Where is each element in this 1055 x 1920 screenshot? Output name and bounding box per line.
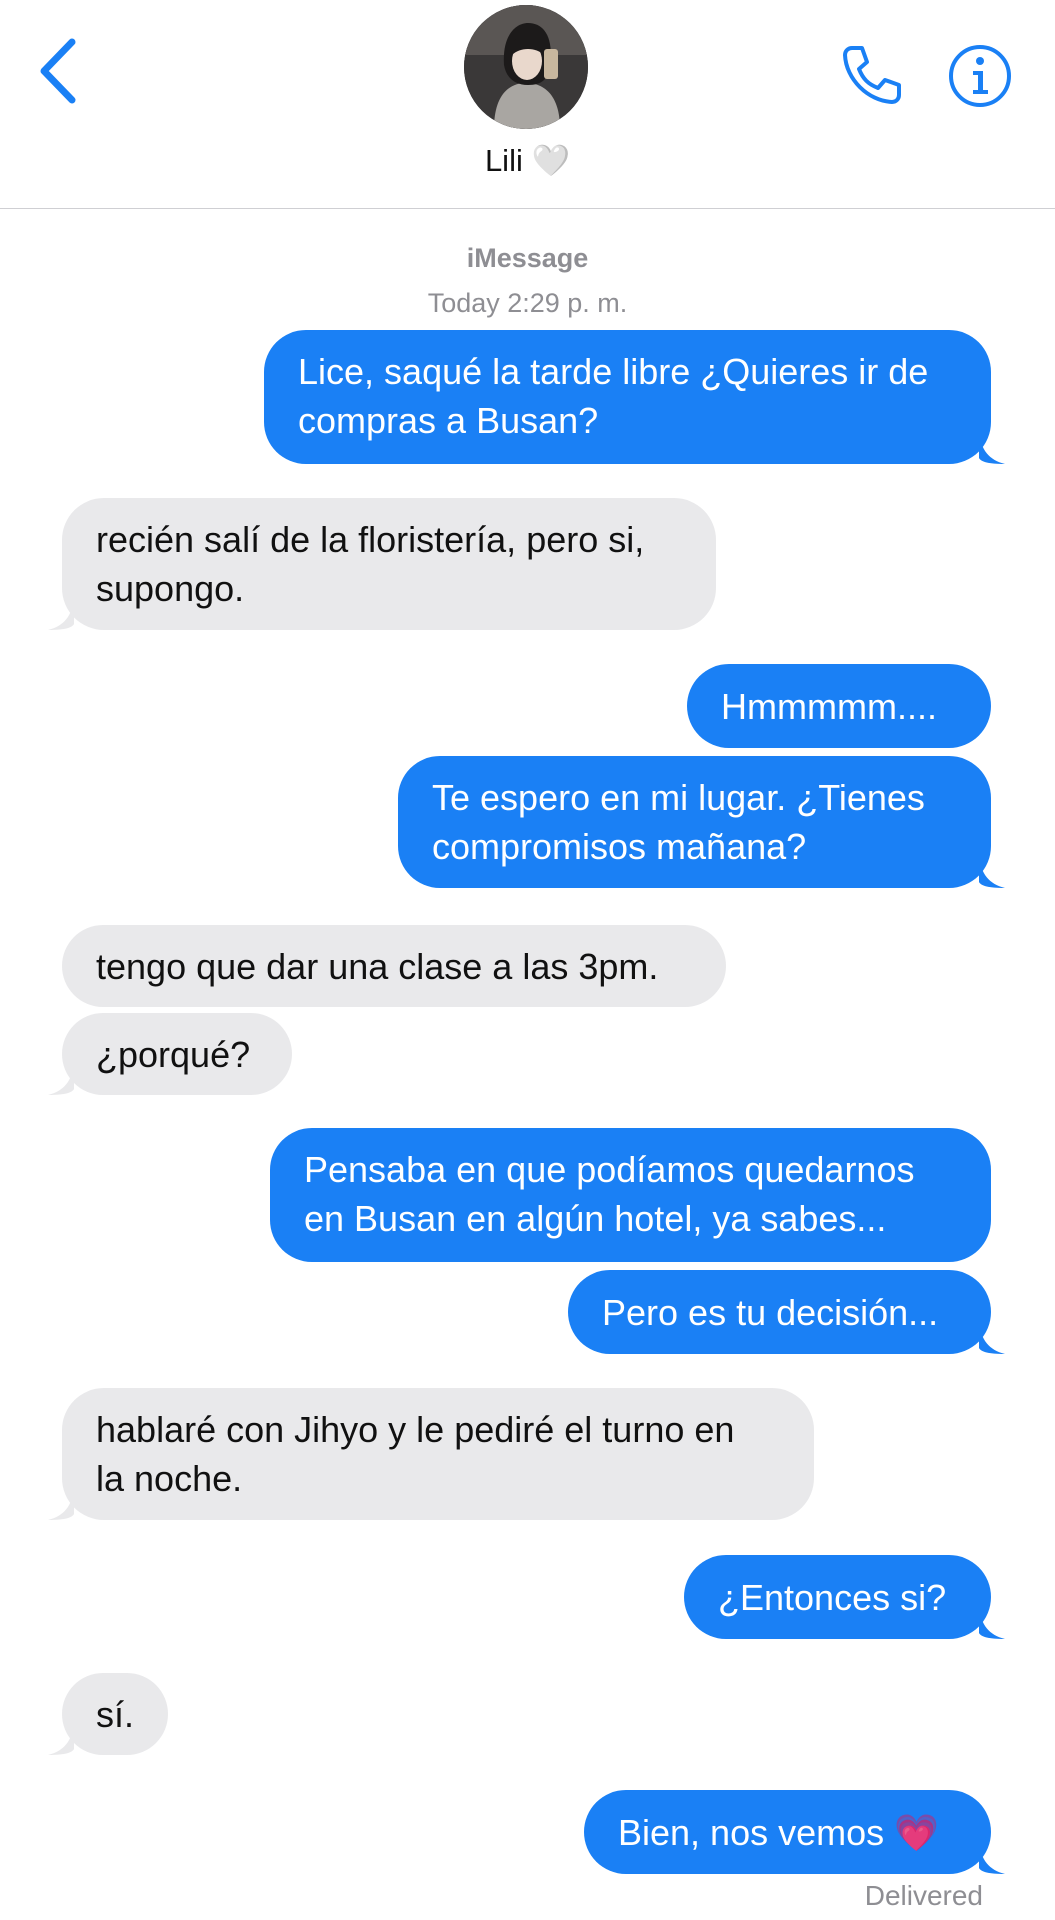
message-text: Hmmmmm....: [721, 686, 937, 727]
message-text: sí.: [96, 1694, 135, 1735]
conversation-timestamp: Today 2:29 p. m.: [427, 288, 628, 318]
message-bubble-sent[interactable]: Pero es tu decisión...: [568, 1270, 1005, 1354]
message-bubble-sent[interactable]: Pensaba en que podíamos quedarnos en Bus…: [270, 1128, 991, 1262]
message-text: Pero es tu decisión...: [602, 1292, 939, 1333]
bubble-tail: [48, 1063, 74, 1095]
bubble-tail: [979, 432, 1005, 464]
message-bubble-sent[interactable]: Hmmmmm....: [687, 664, 991, 748]
message-bubble-received[interactable]: tengo que dar una clase a las 3pm.: [62, 925, 726, 1007]
message-bubble-sent[interactable]: Te espero en mi lugar. ¿Tienes compromis…: [398, 756, 1005, 888]
message-bubble-received[interactable]: recién salí de la floristería, pero si, …: [48, 498, 716, 630]
delivery-status: Delivered: [864, 1880, 983, 1911]
message-bubble-sent[interactable]: Bien, nos vemos 💗: [584, 1790, 1005, 1874]
message-text: ¿Entonces si?: [718, 1577, 947, 1618]
phone-icon: [843, 46, 901, 104]
avatar-photo: [464, 5, 588, 129]
contact-name[interactable]: Lili 🤍: [0, 142, 1055, 179]
message-text: hablaré con Jihyo y le pediré el turno e…: [96, 1409, 735, 1499]
message-text: Lice, saqué la tarde libre ¿Quieres ir d…: [298, 351, 929, 441]
bubble-tail: [48, 1723, 74, 1755]
message-bubble-sent[interactable]: Lice, saqué la tarde libre ¿Quieres ir d…: [264, 330, 1005, 464]
bubble-tail: [979, 1322, 1005, 1354]
bubble-tail: [979, 1842, 1005, 1874]
message-bubble-received[interactable]: ¿porqué?: [48, 1013, 292, 1095]
message-text: Te espero en mi lugar. ¿Tienes compromis…: [432, 777, 925, 867]
message-text: tengo que dar una clase a las 3pm.: [96, 946, 659, 987]
bubble-tail: [48, 1488, 74, 1520]
bubble-tail: [979, 856, 1005, 888]
message-text: Bien, nos vemos 💗: [618, 1812, 939, 1853]
message-text: recién salí de la floristería, pero si, …: [96, 519, 645, 609]
message-bubble-received[interactable]: sí.: [48, 1673, 168, 1755]
info-icon: [949, 45, 1011, 107]
conversation-header: Lili 🤍: [0, 0, 1055, 209]
contact-avatar[interactable]: [464, 5, 588, 129]
message-bubble-received[interactable]: hablaré con Jihyo y le pediré el turno e…: [48, 1388, 814, 1520]
chevron-left-icon: [40, 38, 76, 104]
info-button[interactable]: [948, 44, 1012, 108]
message-bubble-sent[interactable]: ¿Entonces si?: [684, 1555, 1005, 1639]
bubble-tail: [979, 1607, 1005, 1639]
message-text: ¿porqué?: [96, 1034, 251, 1075]
call-button[interactable]: [838, 42, 904, 108]
bubble-tail: [48, 598, 74, 630]
service-label: iMessage: [466, 243, 589, 273]
back-button[interactable]: [36, 36, 86, 106]
message-text: Pensaba en que podíamos quedarnos en Bus…: [304, 1149, 915, 1239]
